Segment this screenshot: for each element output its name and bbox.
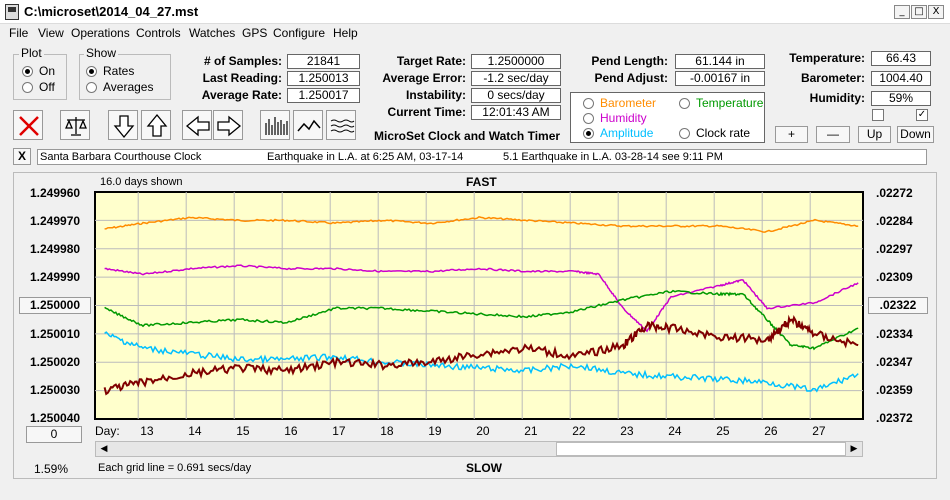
chart-bottom-title: SLOW [466,461,502,475]
y-center-button[interactable]: 1.250000 [19,297,91,314]
x-tick-16: 16 [284,424,298,438]
y-left-tick-8: 1.250040 [30,411,81,425]
x-tick-24: 24 [668,424,682,438]
x-tick-27: 27 [812,424,826,438]
y-left-tick-2: 1.249980 [30,242,81,256]
x-tick-20: 20 [476,424,490,438]
x-tick-19: 19 [428,424,442,438]
bottom-left-button[interactable]: 0 [26,426,82,443]
y-left-tick-3: 1.249990 [30,270,81,284]
x-tick-14: 14 [188,424,202,438]
x-tick-26: 26 [764,424,778,438]
x-tick-13: 13 [140,424,154,438]
y-right-tick-8: .02372 [876,411,913,425]
x-tick-25: 25 [716,424,730,438]
grid-note: Each grid line = 0.691 secs/day [98,462,252,474]
horizontal-scrollbar[interactable]: ◀ ▶ [95,441,863,457]
y-right-center-button[interactable]: .02322 [868,297,928,314]
x-prefix: Day: [95,424,120,438]
y-left-tick-6: 1.250020 [30,355,81,369]
y-left-tick-5: 1.250010 [30,327,81,341]
y-right-tick-1: .02284 [876,214,913,228]
x-tick-18: 18 [380,424,394,438]
scroll-left-icon[interactable]: ◀ [96,442,112,456]
x-tick-23: 23 [620,424,634,438]
x-tick-21: 21 [524,424,538,438]
left-percent: 1.59% [34,462,69,476]
y-right-tick-7: .02359 [876,383,913,397]
x-tick-17: 17 [332,424,346,438]
y-right-tick-6: .02347 [876,355,913,369]
y-left-tick-1: 1.249970 [30,214,81,228]
x-tick-15: 15 [236,424,250,438]
x-tick-22: 22 [572,424,586,438]
y-left-tick-0: 1.249960 [30,186,81,200]
y-right-tick-2: .02297 [876,242,913,256]
scroll-right-icon[interactable]: ▶ [846,442,862,456]
y-right-tick-5: .02334 [876,327,913,341]
y-left-tick-7: 1.250030 [30,383,81,397]
scroll-thumb[interactable] [556,442,846,456]
y-right-tick-0: .02272 [876,186,913,200]
y-right-tick-3: .02309 [876,270,913,284]
